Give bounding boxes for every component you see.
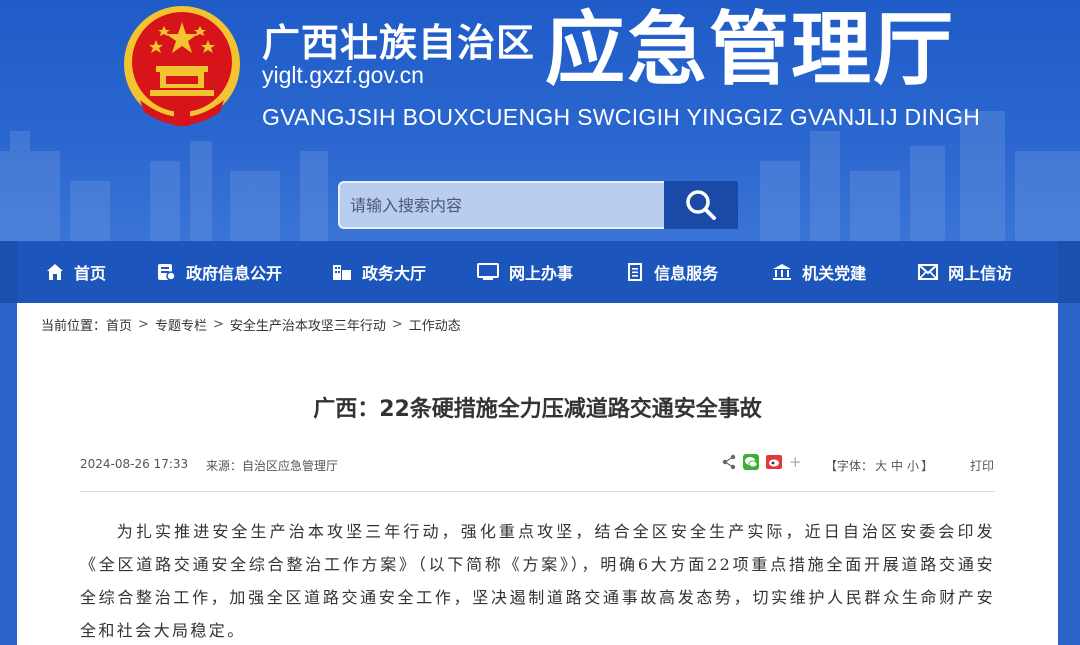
font-size-label: 【字体： <box>825 459 874 473</box>
national-emblem-icon <box>124 6 240 126</box>
weibo-icon[interactable] <box>766 454 782 470</box>
breadcrumb-prefix: 当前位置： <box>41 319 107 334</box>
print-button[interactable]: 打印 <box>970 457 994 474</box>
content-panel: 当前位置： 首页 > 专题专栏 > 安全生产治本攻坚三年行动 > 工作动态 广西… <box>17 303 1058 645</box>
search-button[interactable] <box>664 181 738 229</box>
share-bar: + <box>722 453 802 471</box>
nav-item-home[interactable]: 首页 <box>46 241 106 303</box>
site-name-chinese: 广西壮族自治区 <box>262 21 536 65</box>
article-source: 来源：自治区应急管理厅 <box>206 459 339 473</box>
document-icon <box>628 263 643 281</box>
font-large-button[interactable]: 大 <box>875 459 887 473</box>
breadcrumb-work-news[interactable]: 工作动态 <box>409 315 461 334</box>
building-icon <box>773 264 792 280</box>
breadcrumb-topics[interactable]: 专题专栏 <box>155 315 207 334</box>
plus-icon[interactable]: + <box>789 453 802 471</box>
font-small-button[interactable]: 小 <box>907 459 919 473</box>
wechat-icon[interactable] <box>743 454 759 470</box>
nav-item-label: 网上办事 <box>509 264 574 283</box>
search-input[interactable] <box>350 195 664 215</box>
monitor-icon <box>477 263 500 280</box>
article-meta: 2024-08-26 17:33 来源：自治区应急管理厅 + 【字体： 大 中 … <box>80 453 995 475</box>
search-icon <box>686 190 716 220</box>
nav-item-label: 网上信访 <box>948 264 1013 283</box>
breadcrumb-separator: > <box>212 317 224 332</box>
main-nav: 首页 政府信息公开 政务大厅 网上办事 信息服务 机关党建 网上信访 <box>17 241 1058 303</box>
article-title: 广西：22条硬措施全力压减道路交通安全事故 <box>313 397 762 422</box>
right-gutter <box>1058 303 1080 645</box>
home-icon <box>47 264 63 280</box>
breadcrumb-separator: > <box>391 317 403 332</box>
font-size-label-close: 】 <box>921 459 934 473</box>
left-gutter <box>0 303 17 645</box>
site-name-zhuang: GVANGJSIH BOUXCUENGH SWCIGIH YINGGIZ GVA… <box>262 104 981 130</box>
nav-item-info-service[interactable]: 信息服务 <box>626 241 718 303</box>
hall-icon <box>333 265 352 280</box>
breadcrumb-separator: > <box>138 317 149 332</box>
font-medium-button[interactable]: 中 <box>891 459 903 473</box>
nav-item-gov-hall[interactable]: 政务大厅 <box>332 241 426 303</box>
department-name: 应急管理厅 <box>545 3 955 96</box>
breadcrumb-home[interactable]: 首页 <box>106 315 132 334</box>
nav-item-label: 政府信息公开 <box>186 264 283 283</box>
search-field <box>338 181 664 229</box>
nav-item-online-service[interactable]: 网上办事 <box>477 241 573 303</box>
info-disclosure-icon <box>158 264 176 281</box>
header-banner: 广西壮族自治区 yiglt.gxzf.gov.cn 应急管理厅 GVANGJSI… <box>0 0 1080 241</box>
nav-item-party-building[interactable]: 机关党建 <box>772 241 866 303</box>
share-icon[interactable] <box>722 454 736 470</box>
nav-item-label: 机关党建 <box>802 264 867 283</box>
nav-item-label: 首页 <box>74 264 107 283</box>
nav-item-info-disclosure[interactable]: 政府信息公开 <box>156 241 282 303</box>
mail-icon <box>918 264 939 280</box>
publish-date: 2024-08-26 17:33 <box>80 457 189 471</box>
breadcrumb: 当前位置： 首页 > 专题专栏 > 安全生产治本攻坚三年行动 > 工作动态 <box>41 315 461 334</box>
nav-item-label: 政务大厅 <box>362 264 427 283</box>
meta-divider <box>80 491 995 492</box>
nav-item-label: 信息服务 <box>654 264 719 283</box>
article-body: 为扎实推进安全生产治本攻坚三年行动，强化重点攻坚，结合全区安全生产实际，近日自治… <box>80 522 995 640</box>
nav-item-petition[interactable]: 网上信访 <box>918 241 1012 303</box>
font-size-control: 【字体：大中小】 <box>825 457 933 474</box>
site-domain: yiglt.gxzf.gov.cn <box>262 62 424 88</box>
breadcrumb-campaign[interactable]: 安全生产治本攻坚三年行动 <box>230 315 386 334</box>
